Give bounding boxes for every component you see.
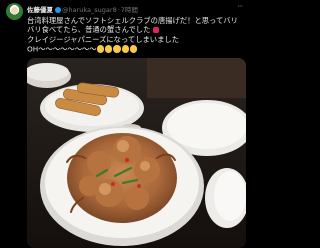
tweet-text-line: 台湾料理屋さんでソフトシェルクラブの唐揚げだ！と思ってバリ [27,16,238,25]
verified-badge-icon [54,7,61,13]
timestamp[interactable]: 7時間 [121,4,138,14]
laughing-emoji-icon [96,45,105,53]
tweet-text-line: バリ食べてたら、普通の蟹さんでした [27,25,247,34]
laughing-emoji-icon [113,45,121,53]
tweet-header: 佐藤優夏 @haruka_sugar8 · 7時間 [27,4,138,14]
display-name[interactable]: 佐藤優夏 [27,4,53,14]
tweet[interactable]: 佐藤優夏 @haruka_sugar8 · 7時間 ··· 台湾料理屋さんでソフ… [0,0,250,248]
laughing-emoji-icon [129,45,138,53]
tweet-text-line: OH〜〜〜〜〜〜〜〜 [27,44,247,54]
crab-emoji-icon [152,27,159,34]
separator: · [117,6,120,14]
tweet-text: 台湾料理屋さんでソフトシェルクラブの唐揚げだ！と思ってバリ バリ食べてたら、普通… [27,16,247,54]
avatar[interactable] [6,3,23,20]
more-icon[interactable]: ··· [237,2,243,11]
food-photo [27,58,246,248]
tweet-text-line: クレイジージャパニーズになってしまいました [27,34,179,44]
laughing-emoji-icon [121,45,129,53]
laughing-emoji-icon [104,45,113,53]
handle[interactable]: @haruka_sugar8 [62,6,117,14]
tweet-photo[interactable] [27,58,246,248]
